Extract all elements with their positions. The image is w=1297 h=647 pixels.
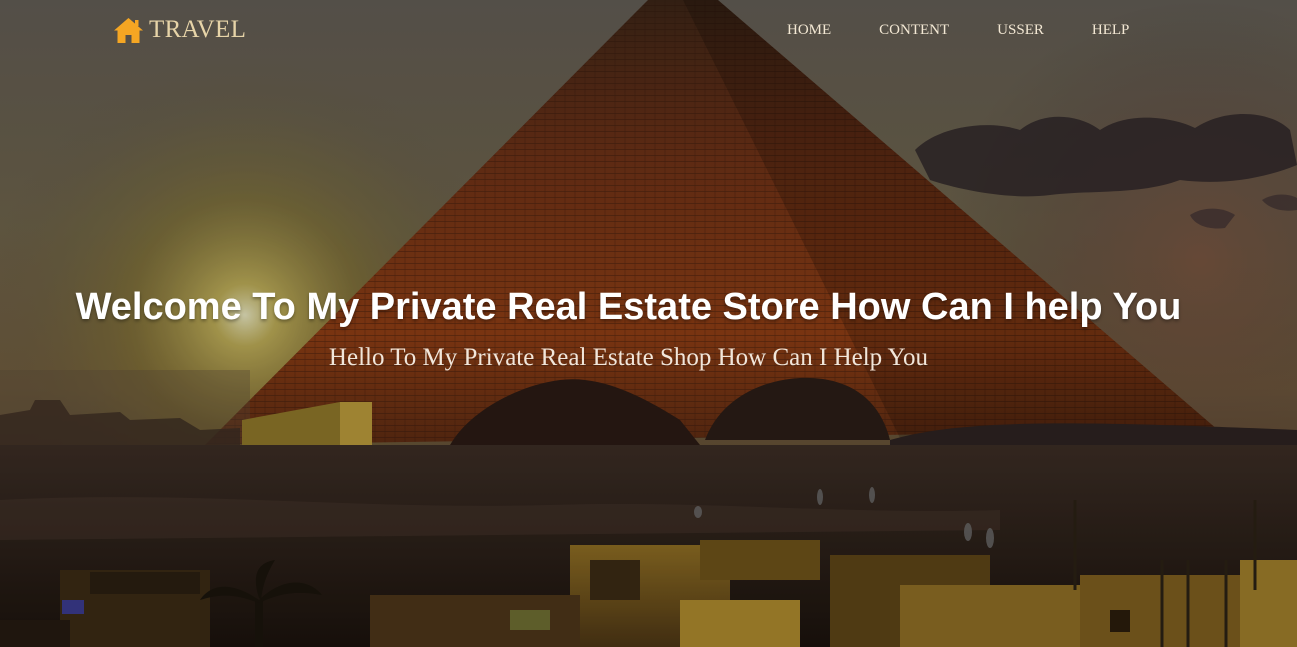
brand-logo[interactable]: TRAVEL [113, 16, 246, 44]
nav-item-usser[interactable]: USSER [997, 21, 1044, 39]
nav-item-home[interactable]: HOME [787, 21, 831, 39]
home-icon [114, 17, 143, 43]
main-menu: HOME CONTENT USSER HELP [787, 21, 1129, 39]
hero-title: Welcome To My Private Real Estate Store … [75, 286, 1182, 328]
brand-name: TRAVEL [149, 16, 247, 43]
nav-item-content[interactable]: CONTENT [879, 21, 949, 39]
top-navbar: TRAVEL HOME CONTENT USSER HELP [0, 0, 1297, 62]
nav-item-help[interactable]: HELP [1092, 21, 1130, 39]
hero-subtitle: Hello To My Private Real Estate Shop How… [328, 344, 929, 371]
